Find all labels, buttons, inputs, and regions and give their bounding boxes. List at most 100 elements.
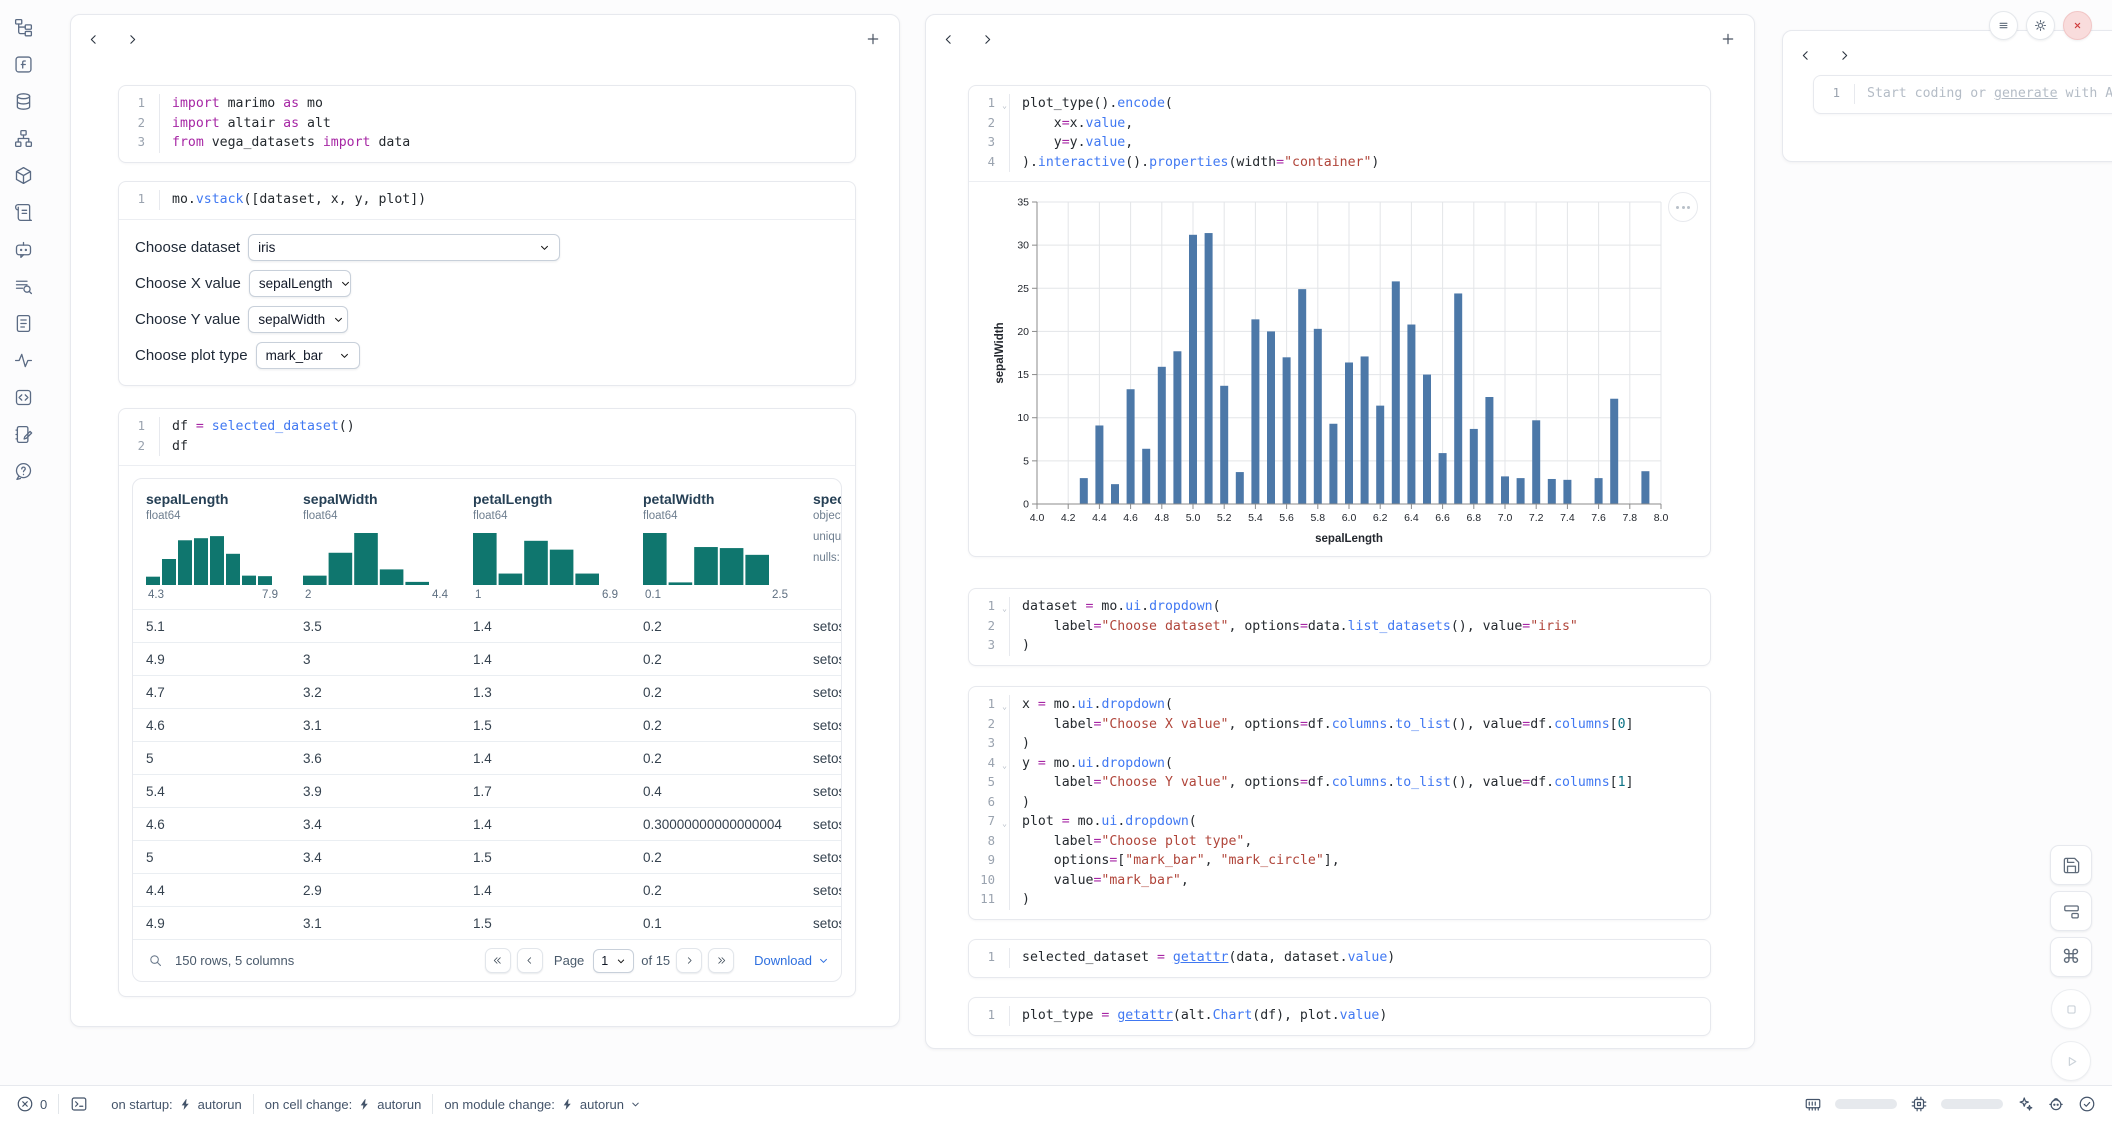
first-page-button[interactable] [485,948,511,973]
file-tree-icon[interactable] [13,17,34,38]
chevron-right-icon[interactable] [1838,49,1851,62]
chevron-left-icon[interactable] [1799,49,1812,62]
empty-code-cell[interactable]: 1Start coding or generate with AI. [1813,75,2112,114]
search-icon[interactable] [148,953,163,968]
code-line[interactable]: 2 label="Choose X value", options=df.col… [969,715,1710,735]
code-line[interactable]: 5 label="Choose Y value", options=df.col… [969,773,1710,793]
prev-page-button[interactable] [517,948,543,973]
terminal-icon[interactable] [70,1095,88,1113]
table-column-header[interactable]: petalLengthfloat6416.9 [460,479,630,609]
table-row[interactable]: 4.63.11.50.2setosa [133,708,841,741]
run-button[interactable] [2051,1041,2091,1081]
add-cell-icon[interactable] [865,31,881,47]
on-cell-change-setting[interactable]: on cell change: autorun [265,1097,422,1112]
page-select[interactable]: 1 [593,949,634,973]
code-line[interactable]: 1df = selected_dataset() [119,417,855,437]
table-row[interactable]: 4.73.21.30.2setosa [133,675,841,708]
code-line[interactable]: 6) [969,793,1710,813]
tracing-icon[interactable] [13,350,34,371]
functions-icon[interactable] [13,54,34,75]
table-row[interactable]: 5.43.91.70.4setosa [133,774,841,807]
x-value-select[interactable]: sepalLength [249,270,351,297]
plot-type-select[interactable]: mark_bar [256,342,360,369]
gear-icon[interactable] [2026,11,2055,40]
table-column-header[interactable]: petalWidthfloat640.12.5 [630,479,800,609]
table-row[interactable]: 53.61.40.2setosa [133,741,841,774]
code-line[interactable]: 3) [969,734,1710,754]
code-cell-xy-plot-dropdowns[interactable]: 1⌄x = mo.ui.dropdown(2 label="Choose X v… [968,686,1711,920]
code-cell-imports[interactable]: 1import marimo as mo2import altair as al… [118,85,856,163]
datasources-icon[interactable] [13,91,34,112]
last-page-button[interactable] [708,948,734,973]
dataset-select[interactable]: iris [248,234,560,261]
code-cell-plot[interactable]: 1⌄plot_type().encode(2 x=x.value,3 y=y.v… [968,85,1711,557]
scratchpad-icon[interactable] [13,424,34,445]
variables-icon[interactable] [13,276,34,297]
bar-chart[interactable]: 4.04.24.44.64.85.05.25.45.65.86.06.26.46… [983,190,1669,552]
table-column-header[interactable]: sepalWidthfloat6424.4 [290,479,460,609]
code-line[interactable]: 10 value="mark_bar", [969,871,1710,891]
code-line[interactable]: 2import altair as alt [119,114,855,134]
dependency-graph-icon[interactable] [13,128,34,149]
bot-icon[interactable] [2047,1095,2065,1113]
chevron-left-icon[interactable] [942,33,955,46]
code-line[interactable]: 4).interactive().properties(width="conta… [969,153,1710,173]
code-line[interactable]: 1⌄x = mo.ui.dropdown( [969,695,1710,715]
code-line[interactable]: 8 label="Choose plot type", [969,832,1710,852]
next-page-button[interactable] [676,948,702,973]
code-cell-vstack[interactable]: 1mo.vstack([dataset, x, y, plot]) Choose… [118,181,856,386]
y-value-select[interactable]: sepalWidth [248,306,348,333]
table-row[interactable]: 5.13.51.40.2setosa [133,609,841,642]
layout-button[interactable] [2050,891,2092,931]
code-line[interactable]: 3from vega_datasets import data [119,133,855,153]
on-module-change-setting[interactable]: on module change: autorun [444,1097,641,1112]
add-cell-icon[interactable] [1720,31,1736,47]
chevron-right-icon[interactable] [126,33,139,46]
stop-button[interactable] [2051,989,2091,1029]
close-icon[interactable] [2063,11,2092,40]
chevron-right-icon[interactable] [981,33,994,46]
chevron-left-icon[interactable] [87,33,100,46]
code-line[interactable]: 1⌄dataset = mo.ui.dropdown( [969,597,1710,617]
error-count[interactable]: 0 [16,1095,47,1113]
code-line[interactable]: 1⌄plot_type().encode( [969,94,1710,114]
code-line[interactable]: 9 options=["mark_bar", "mark_circle"], [969,851,1710,871]
table-column-header[interactable]: speciesobjectunique:nulls: [800,479,841,609]
code-line[interactable]: 11) [969,890,1710,910]
code-cell-dataset-dropdown[interactable]: 1⌄dataset = mo.ui.dropdown(2 label="Choo… [968,588,1711,666]
code-line[interactable]: 1mo.vstack([dataset, x, y, plot]) [119,190,855,210]
code-line[interactable]: 3 y=y.value, [969,133,1710,153]
outline-icon[interactable] [13,387,34,408]
code-line[interactable]: 1plot_type = getattr(alt.Chart(df), plot… [969,1006,1710,1026]
sparkles-icon[interactable] [2016,1095,2034,1113]
download-button[interactable]: Download [754,953,829,968]
code-line[interactable]: 1import marimo as mo [119,94,855,114]
code-line[interactable]: 1selected_dataset = getattr(data, datase… [969,948,1710,968]
table-row[interactable]: 4.42.91.40.2setosa [133,873,841,906]
menu-icon[interactable] [1989,11,2018,40]
code-cell-selected-dataset[interactable]: 1selected_dataset = getattr(data, datase… [968,939,1711,978]
table-row[interactable]: 53.41.50.2setosa [133,840,841,873]
code-line[interactable]: 2 label="Choose dataset", options=data.l… [969,617,1710,637]
keyboard-shortcuts-button[interactable]: ⌘ [2050,937,2092,977]
chart-options-icon[interactable] [1668,192,1698,222]
packages-icon[interactable] [13,165,34,186]
code-line[interactable]: 4⌄y = mo.ui.dropdown( [969,754,1710,774]
code-line[interactable]: 1Start coding or generate with AI. [1814,84,2112,104]
code-line[interactable]: 3) [969,636,1710,656]
check-circle-icon[interactable] [2078,1095,2096,1113]
table-column-header[interactable]: sepalLengthfloat644.37.9 [133,479,290,609]
save-button[interactable] [2050,845,2092,885]
on-startup-setting[interactable]: on startup: autorun [111,1097,242,1112]
code-cell-dataframe[interactable]: 1df = selected_dataset()2df sepalLengthf… [118,408,856,997]
code-line[interactable]: 2df [119,437,855,457]
code-line[interactable]: 2 x=x.value, [969,114,1710,134]
documentation-icon[interactable] [13,202,34,223]
table-row[interactable]: 4.931.40.2setosa [133,642,841,675]
help-icon[interactable] [13,461,34,482]
code-cell-plot-type[interactable]: 1plot_type = getattr(alt.Chart(df), plot… [968,997,1711,1036]
table-row[interactable]: 4.63.41.40.30000000000000004setosa [133,807,841,840]
snippets-icon[interactable] [13,313,34,334]
chat-icon[interactable] [13,239,34,260]
code-line[interactable]: 7⌄plot = mo.ui.dropdown( [969,812,1710,832]
